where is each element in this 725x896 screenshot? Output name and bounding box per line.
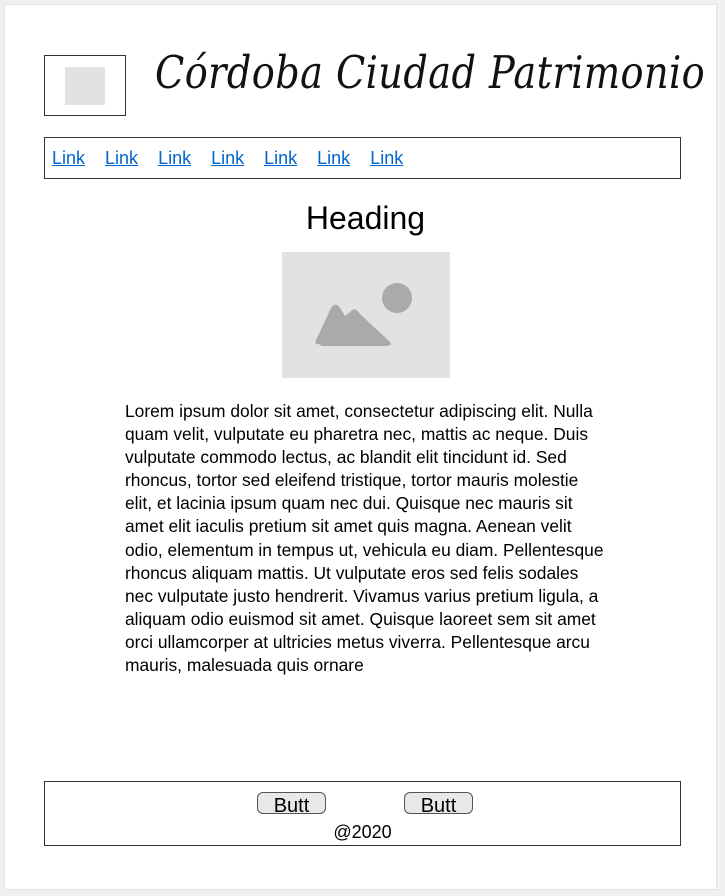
site-title: Córdoba Ciudad Patrimonio (155, 46, 706, 99)
footer-button-2[interactable]: Butt (404, 792, 473, 814)
footer: Butt Butt @2020 (44, 781, 681, 846)
nav-link-2[interactable]: Link (105, 148, 138, 169)
nav-link-1[interactable]: Link (52, 148, 85, 169)
image-placeholder-icon (315, 283, 412, 346)
body-text: Lorem ipsum dolor sit amet, consectetur … (125, 401, 604, 676)
page-frame: Córdoba Ciudad Patrimonio Link Link Link… (4, 4, 717, 890)
page-heading: Heading (305, 200, 426, 236)
nav-link-4[interactable]: Link (211, 148, 244, 169)
logo[interactable] (44, 55, 126, 116)
image-placeholder (282, 252, 450, 378)
nav-link-6[interactable]: Link (317, 148, 350, 169)
nav-bar: Link Link Link Link Link Link Link (44, 137, 681, 179)
nav-link-5[interactable]: Link (264, 148, 297, 169)
copyright-text: @2020 (333, 822, 392, 842)
nav-link-7[interactable]: Link (370, 148, 403, 169)
footer-button-1[interactable]: Butt (257, 792, 326, 814)
nav-link-3[interactable]: Link (158, 148, 191, 169)
logo-placeholder-icon (65, 67, 105, 105)
